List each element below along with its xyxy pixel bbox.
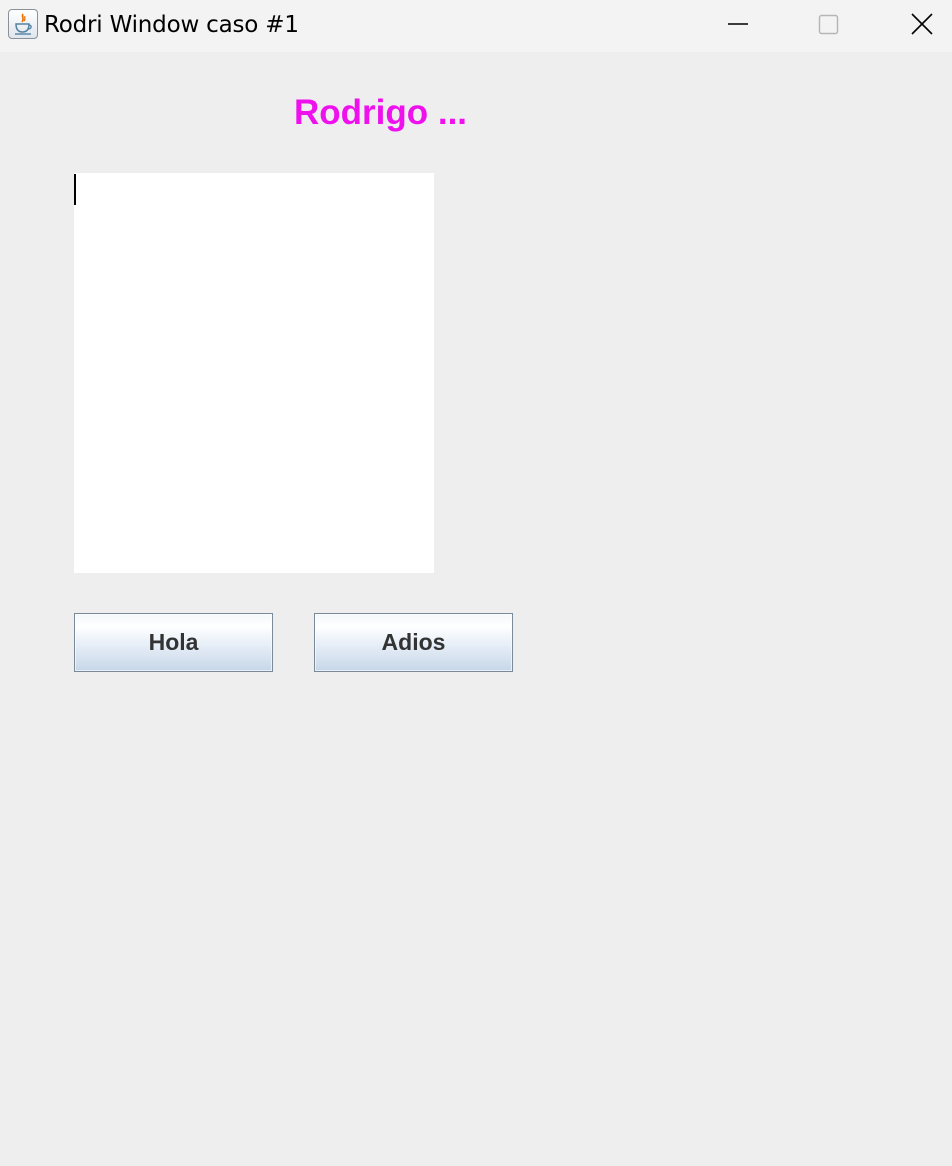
adios-button[interactable]: Adios [314,613,513,672]
minimize-icon [728,23,748,25]
heading-label: Rodrigo ... [294,93,468,132]
close-icon [911,13,933,35]
close-button[interactable] [876,0,952,50]
minimize-button[interactable] [693,0,783,50]
content-pane: Rodrigo ... Hola Adios [0,52,952,1166]
app-window: Rodri Window caso #1 Rodrigo ... Hola Ad… [0,0,952,1166]
maximize-button[interactable] [784,0,874,50]
maximize-icon [818,14,839,35]
java-icon[interactable] [8,9,38,39]
text-area[interactable] [74,173,434,573]
window-title: Rodri Window caso #1 [44,12,299,38]
text-caret [74,174,76,205]
title-bar[interactable]: Rodri Window caso #1 [0,0,952,52]
hola-button[interactable]: Hola [74,613,273,672]
